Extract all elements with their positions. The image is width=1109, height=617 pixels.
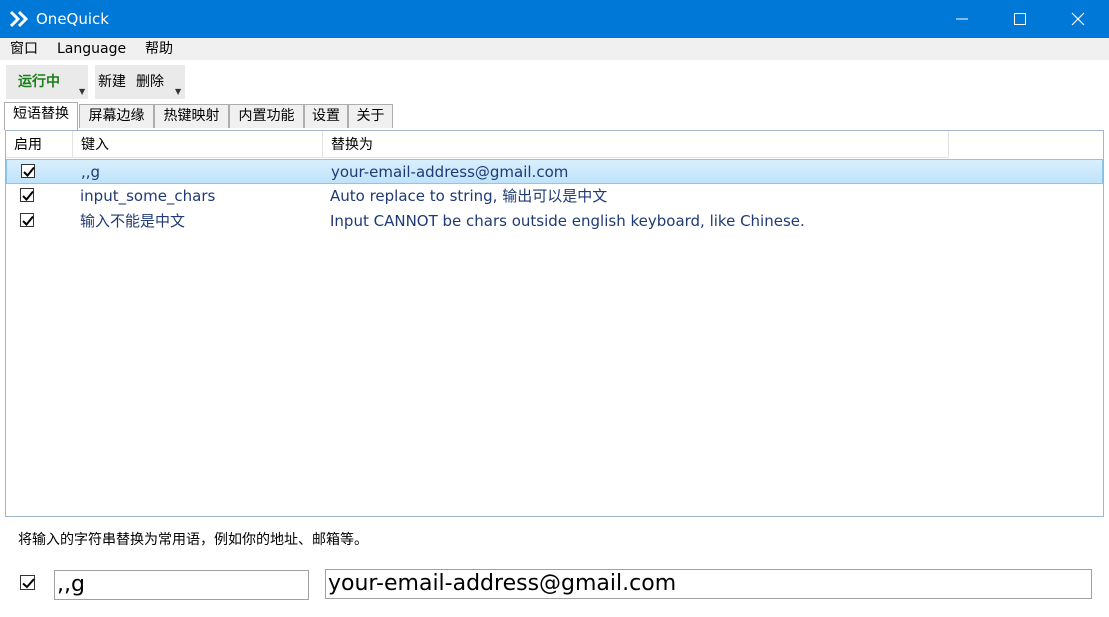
row-replace: Auto replace to string, 输出可以是中文 xyxy=(330,187,608,205)
row-key: input_some_chars xyxy=(80,187,216,205)
header-enabled[interactable]: 启用 xyxy=(6,131,73,158)
phrase-table: 启用 键入 替换为 ,,g your-email-address@gmail.c… xyxy=(5,130,1104,517)
tab-screen-edge[interactable]: 屏幕边缘 xyxy=(79,104,154,128)
edit-group: 新建 删除 ▼ xyxy=(95,65,185,99)
row-replace: Input CANNOT be chars outside english ke… xyxy=(330,212,805,230)
tab-settings[interactable]: 设置 xyxy=(304,104,348,128)
dropdown-arrow-icon[interactable]: ▼ xyxy=(175,87,181,96)
checkmark-icon xyxy=(22,578,35,589)
menu-help[interactable]: 帮助 xyxy=(145,40,173,58)
table-row[interactable]: 输入不能是中文 Input CANNOT be chars outside en… xyxy=(6,209,1103,234)
enabled-checkbox[interactable] xyxy=(20,213,34,227)
new-button[interactable]: 新建 xyxy=(98,73,126,91)
menu-bar: 窗口 Language 帮助 xyxy=(0,38,1109,60)
header-replace[interactable]: 替换为 xyxy=(323,131,949,158)
close-icon xyxy=(1071,12,1085,26)
menu-window[interactable]: 窗口 xyxy=(10,40,38,58)
checkmark-icon xyxy=(22,190,34,201)
menu-language[interactable]: Language xyxy=(57,40,126,58)
enabled-checkbox[interactable] xyxy=(20,188,34,202)
row-replace: your-email-address@gmail.com xyxy=(331,163,569,181)
close-button[interactable] xyxy=(1049,0,1107,38)
maximize-button[interactable] xyxy=(991,0,1049,38)
running-status-button[interactable]: 运行中 xyxy=(18,73,60,91)
status-group: 运行中 ▼ xyxy=(6,65,88,99)
checkmark-icon xyxy=(23,166,35,177)
key-input[interactable]: ,,g xyxy=(54,570,309,600)
delete-button[interactable]: 删除 xyxy=(136,73,164,91)
window-title: OneQuick xyxy=(36,10,109,28)
checkmark-icon xyxy=(22,215,34,226)
table-header: 启用 键入 替换为 xyxy=(6,131,1103,158)
tab-phrase-replace[interactable]: 短语替换 xyxy=(4,102,78,130)
tab-description: 将输入的字符串替换为常用语，例如你的地址、邮箱等。 xyxy=(18,532,368,548)
tab-hotkey-map[interactable]: 热键映射 xyxy=(154,104,229,128)
table-row[interactable]: ,,g your-email-address@gmail.com xyxy=(6,159,1103,184)
tab-about[interactable]: 关于 xyxy=(348,104,393,128)
enabled-checkbox[interactable] xyxy=(21,164,35,178)
row-key: ,,g xyxy=(81,163,101,181)
maximize-icon xyxy=(1014,13,1026,25)
tab-strip: 短语替换 屏幕边缘 热键映射 内置功能 设置 关于 xyxy=(0,102,1109,130)
toolbar: 运行中 ▼ 新建 删除 ▼ xyxy=(0,60,1109,102)
replace-input[interactable]: your-email-address@gmail.com xyxy=(325,569,1092,599)
minimize-icon xyxy=(956,18,968,20)
dropdown-arrow-icon[interactable]: ▼ xyxy=(79,87,85,96)
header-key[interactable]: 键入 xyxy=(73,131,323,158)
table-row[interactable]: input_some_chars Auto replace to string,… xyxy=(6,184,1103,209)
edit-enabled-checkbox[interactable] xyxy=(20,575,35,590)
chevron-double-right-icon xyxy=(9,10,29,28)
row-key: 输入不能是中文 xyxy=(80,212,186,230)
tab-builtin[interactable]: 内置功能 xyxy=(229,104,304,128)
minimize-button[interactable] xyxy=(933,0,991,38)
title-bar: OneQuick xyxy=(0,0,1109,38)
